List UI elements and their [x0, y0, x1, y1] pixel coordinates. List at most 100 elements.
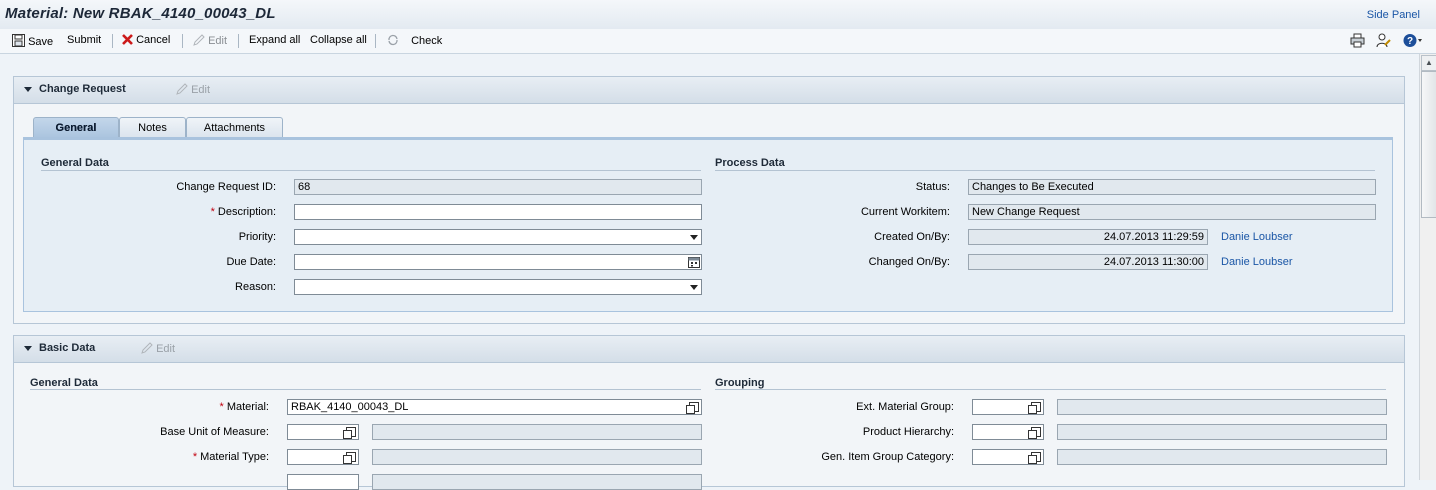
ext-material-group-label: Ext. Material Group: [856, 401, 954, 413]
description-input[interactable] [294, 204, 702, 220]
material-type-description [372, 449, 702, 465]
tab-attachments[interactable]: Attachments [186, 117, 283, 139]
changed-on-by-label: Changed On/By: [868, 256, 950, 268]
tab-notes-label: Notes [138, 122, 167, 134]
section-divider [715, 389, 1386, 390]
personalize-button[interactable] [1376, 33, 1391, 51]
general-data-heading: General Data [41, 157, 109, 169]
product-hierarchy-input[interactable] [972, 424, 1044, 440]
value-help-icon[interactable] [1028, 427, 1041, 439]
material-input[interactable]: RBAK_4140_00043_DL [287, 399, 702, 415]
user-settings-icon [1376, 33, 1391, 48]
required-asterisk: * [219, 401, 224, 413]
material-type-label: * Material Type: [193, 451, 269, 463]
edit-button[interactable]: Edit [193, 34, 227, 47]
created-on-field: 24.07.2013 11:29:59 [968, 229, 1208, 245]
value-help-icon[interactable] [686, 402, 699, 414]
value-help-icon[interactable] [1028, 402, 1041, 414]
side-panel-link[interactable]: Side Panel [1367, 9, 1420, 21]
section-divider [715, 170, 1375, 171]
material-type-input[interactable] [287, 449, 359, 465]
save-icon [12, 34, 25, 47]
printer-icon [1350, 33, 1365, 48]
cancel-x-icon [122, 34, 133, 45]
gen-item-group-category-input[interactable] [972, 449, 1044, 465]
current-workitem-field: New Change Request [968, 204, 1376, 220]
collapse-triangle-icon[interactable] [24, 87, 32, 92]
priority-select[interactable] [294, 229, 702, 245]
reason-label: Reason: [235, 281, 276, 293]
submit-button[interactable]: Submit [67, 34, 101, 46]
change-request-id-field: 68 [294, 179, 702, 195]
vertical-scrollbar[interactable]: ▲ [1419, 54, 1436, 480]
current-workitem-label: Current Workitem: [860, 206, 950, 218]
created-on-by-label: Created On/By: [874, 231, 950, 243]
cancel-label: Cancel [136, 34, 171, 46]
tab-attachments-label: Attachments [203, 122, 266, 134]
expand-all-button[interactable]: Expand all [249, 34, 300, 46]
grouping-heading: Grouping [715, 377, 765, 389]
change-request-id-label: Change Request ID: [176, 181, 276, 193]
due-date-label: Due Date: [226, 256, 276, 268]
due-date-input[interactable] [294, 254, 702, 270]
check-button[interactable]: Check [387, 34, 442, 47]
collapse-all-button[interactable]: Collapse all [310, 34, 367, 46]
next-row-input[interactable] [287, 474, 359, 490]
created-by-link[interactable]: Danie Loubser [1221, 231, 1293, 243]
pencil-icon [193, 34, 205, 46]
chevron-down-icon[interactable] [690, 285, 698, 290]
scroll-up-arrow-icon[interactable]: ▲ [1421, 55, 1436, 71]
product-hierarchy-description [1057, 424, 1387, 440]
material-label-text: Material: [226, 401, 269, 413]
change-request-edit-button[interactable]: Edit [176, 83, 210, 96]
base-uom-input[interactable] [287, 424, 359, 440]
changed-by-link[interactable]: Danie Loubser [1221, 256, 1293, 268]
material-value: RBAK_4140_00043_DL [291, 401, 409, 413]
tab-general-label: General [55, 122, 97, 134]
value-help-icon[interactable] [1028, 452, 1041, 464]
tab-notes[interactable]: Notes [119, 117, 186, 139]
save-label: Save [28, 36, 54, 48]
gen-item-group-category-description [1057, 449, 1387, 465]
refresh-icon [388, 34, 398, 46]
description-label-text: Description: [217, 206, 276, 218]
tab-general[interactable]: General [33, 117, 119, 139]
pencil-icon [141, 342, 153, 354]
tab-general-content [23, 140, 1393, 312]
title-bar: Material: New RBAK_4140_00043_DL Side Pa… [0, 0, 1436, 30]
value-help-icon[interactable] [343, 452, 356, 464]
help-button[interactable]: ? [1403, 33, 1423, 51]
description-label: * Description: [211, 206, 276, 218]
next-row-description [372, 474, 702, 490]
status-field: Changes to Be Executed [968, 179, 1376, 195]
save-button[interactable]: Save [12, 34, 53, 48]
print-button[interactable] [1350, 33, 1365, 51]
calendar-icon[interactable] [688, 256, 700, 268]
base-uom-label: Base Unit of Measure: [160, 426, 269, 438]
toolbar: Save Submit Cancel Edit Expand all Colla… [0, 29, 1436, 54]
edit-label: Edit [191, 84, 211, 96]
value-help-icon[interactable] [343, 427, 356, 439]
basic-data-title: Basic Data [39, 342, 96, 354]
chevron-down-icon[interactable] [690, 235, 698, 240]
priority-label: Priority: [238, 231, 276, 243]
cancel-button[interactable]: Cancel [122, 34, 170, 46]
basic-data-edit-button[interactable]: Edit [141, 342, 175, 355]
basic-data-header[interactable]: Basic Data Edit [14, 336, 1404, 363]
base-uom-description [372, 424, 702, 440]
ext-material-group-input[interactable] [972, 399, 1044, 415]
reason-select[interactable] [294, 279, 702, 295]
section-divider [30, 389, 701, 390]
change-request-header[interactable]: Change Request Edit [14, 77, 1404, 104]
status-label: Status: [915, 181, 950, 193]
required-asterisk: * [210, 206, 215, 218]
scroll-thumb[interactable] [1421, 71, 1436, 218]
collapse-triangle-icon[interactable] [24, 346, 32, 351]
process-data-heading: Process Data [715, 157, 785, 169]
pencil-icon [176, 83, 188, 95]
material-type-label-text: Material Type: [200, 451, 269, 463]
material-label: * Material: [220, 401, 269, 413]
help-icon: ? [1403, 34, 1422, 47]
required-asterisk: * [192, 451, 198, 463]
gen-item-group-category-label: Gen. Item Group Category: [821, 451, 954, 463]
